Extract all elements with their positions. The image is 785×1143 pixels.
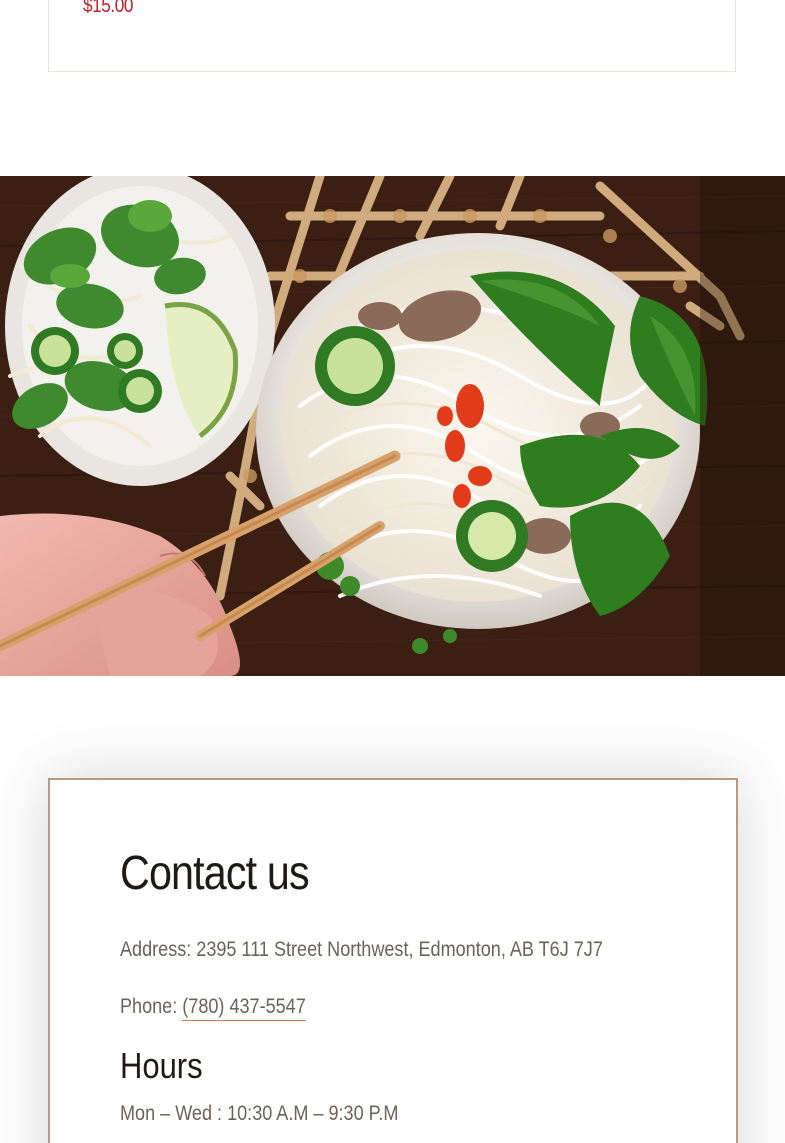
phone-link[interactable]: (780) 437-5547 — [182, 995, 306, 1021]
contact-title: Contact us — [120, 847, 310, 900]
address-line: Address: 2395 111 Street Northwest, Edmo… — [120, 938, 603, 962]
hours-title: Hours — [120, 1045, 203, 1086]
contact-card: Contact us Address: 2395 111 Street Nort… — [48, 778, 738, 1143]
hours-separator: : — [217, 1102, 228, 1125]
hours-days: Mon – Wed — [120, 1102, 213, 1125]
address-label: Address: — [120, 938, 192, 961]
hero-food-image — [0, 176, 785, 676]
product-card[interactable]: $15.00 — [48, 0, 736, 72]
phone-line: Phone: (780) 437-5547 — [120, 995, 306, 1021]
pho-bowl-illustration — [0, 176, 785, 676]
hours-line: Mon – Wed : 10:30 A.M – 9:30 P.M — [120, 1102, 398, 1126]
hours-time: 10:30 A.M – 9:30 P.M — [227, 1102, 399, 1125]
address-value: 2395 111 Street Northwest, Edmonton, AB … — [196, 938, 603, 961]
page: $15.00 Contact us Address: 2395 111 Stre… — [0, 0, 785, 1143]
phone-label: Phone: — [120, 995, 178, 1018]
product-price: $15.00 — [83, 0, 134, 17]
